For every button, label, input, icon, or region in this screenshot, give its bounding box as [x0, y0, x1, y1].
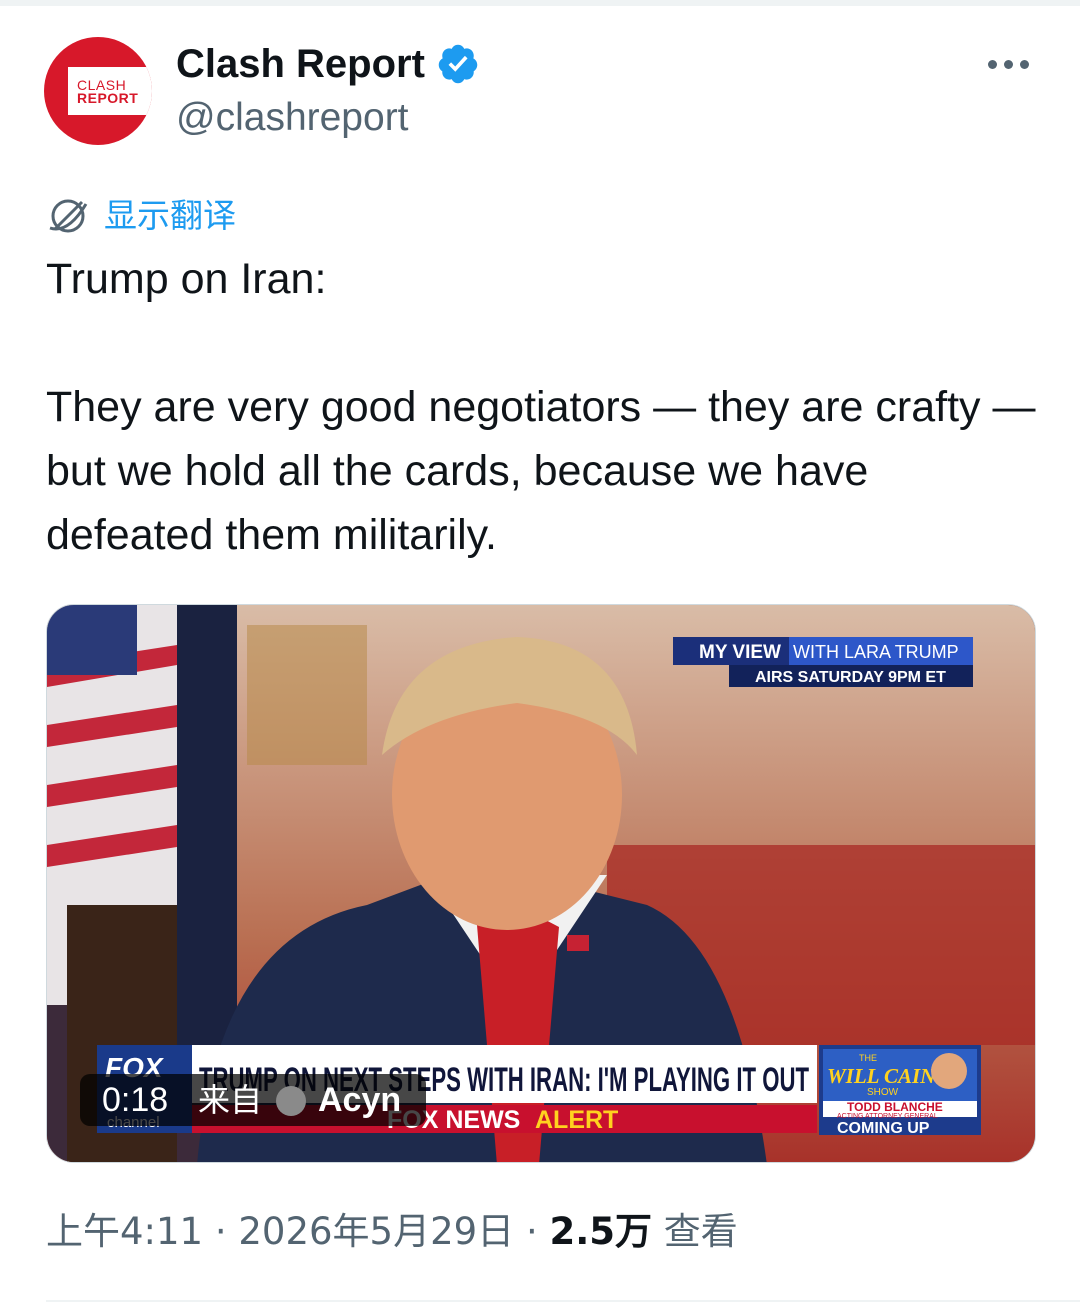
tweet-text: Trump on Iran: They are very good negoti… — [46, 255, 1036, 559]
promo-title: WILL CAIN — [827, 1064, 936, 1088]
meta-separator: · — [525, 1210, 538, 1253]
tweet-time[interactable]: 上午4:11 — [46, 1210, 203, 1253]
show-tag: MY VIEW — [699, 642, 781, 663]
promo-box: THE WILL CAIN SHOW TODD BLANCHE ACTING A… — [819, 1045, 981, 1137]
tweet-metadata: 上午4:11 · 2026年5月29日 · 2.5万 查看 — [46, 1206, 738, 1258]
promo-guest-title: ACTING ATTORNEY GENERAL — [837, 1113, 938, 1120]
promo-coming: COMING UP — [837, 1120, 930, 1137]
source-avatar[interactable] — [276, 1086, 306, 1116]
author-handle[interactable]: @clashreport — [176, 92, 409, 144]
video-source-name[interactable]: Acyn — [318, 1076, 401, 1124]
globe-icon — [49, 199, 88, 233]
alert-word: ALERT — [535, 1106, 618, 1134]
promo-the: THE — [859, 1053, 877, 1063]
show-with: WITH LARA TRUMP — [793, 642, 959, 662]
author-name[interactable]: Clash Report — [176, 38, 425, 90]
avatar-logo-text-bottom: REPORT — [77, 90, 139, 106]
verified-badge-icon — [438, 44, 478, 84]
views-label: 查看 — [663, 1210, 738, 1253]
author-avatar[interactable]: CLASH REPORT — [44, 37, 152, 145]
tweet-date[interactable]: 2026年5月29日 — [238, 1210, 514, 1253]
more-options-icon[interactable] — [986, 49, 1032, 79]
airs-text: AIRS SATURDAY 9PM ET — [755, 669, 946, 686]
video-duration: 0:18 — [102, 1081, 169, 1119]
top-divider — [0, 0, 1080, 6]
view-count[interactable]: 2.5万 — [549, 1210, 652, 1253]
bottom-divider — [46, 1300, 1080, 1302]
promo-show: SHOW — [867, 1087, 899, 1098]
promo-guest: TODD BLANCHE — [847, 1100, 943, 1114]
video-from-label: 来自 — [198, 1081, 263, 1119]
translate-label[interactable]: 显示翻译 — [104, 192, 236, 240]
meta-separator: · — [214, 1210, 227, 1253]
